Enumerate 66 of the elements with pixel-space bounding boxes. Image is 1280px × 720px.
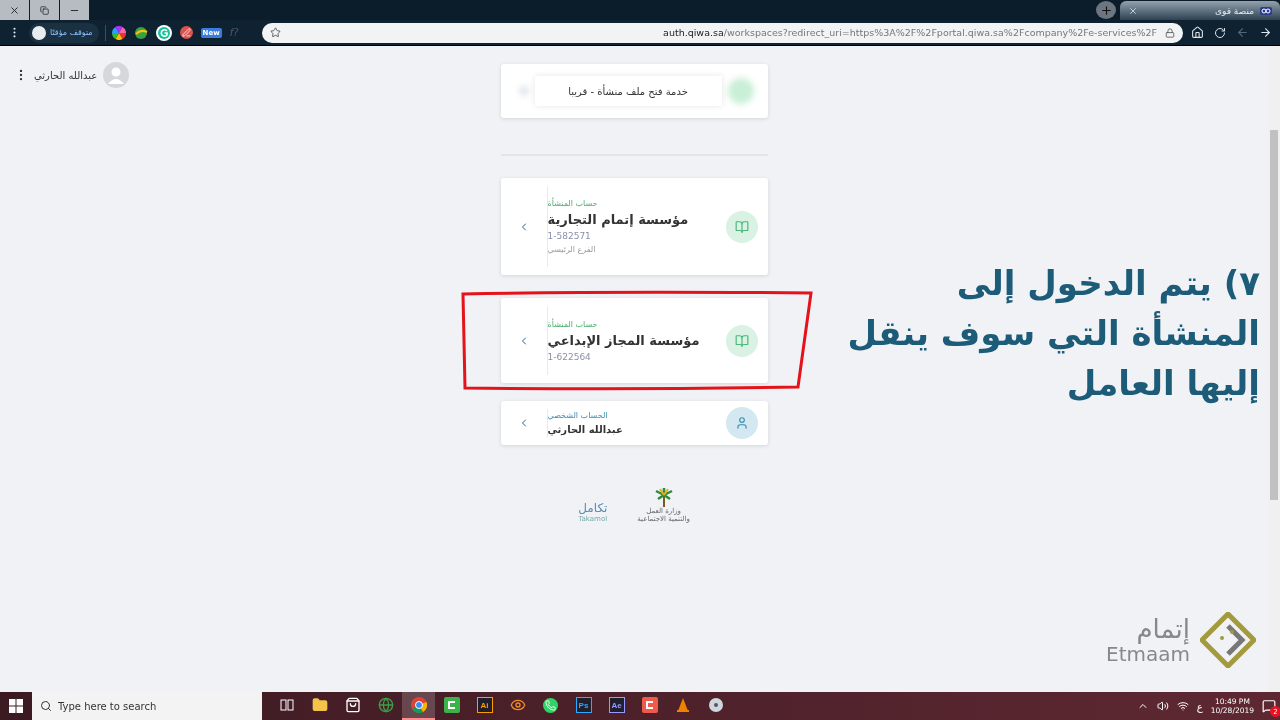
cone-icon [674, 697, 691, 713]
grammarly-icon[interactable] [155, 24, 172, 41]
profile-button[interactable]: متوقف مؤقتًا [29, 22, 99, 43]
blurred-circle [727, 78, 754, 104]
restore-icon [40, 5, 49, 15]
close-icon[interactable] [1128, 5, 1138, 16]
task-view-icon [279, 698, 294, 712]
annotation-text: المنشأة التي سوف ينقل [847, 310, 1260, 356]
annotation-text: إليها العامل [1066, 362, 1260, 406]
color-wheel-icon[interactable] [111, 25, 126, 40]
avatar-icon [103, 62, 130, 88]
home-button[interactable] [1189, 26, 1206, 39]
volume-icon[interactable] [1156, 700, 1169, 712]
user-name: عبدالله الحارثي [34, 69, 98, 81]
brand-logo-icon [1200, 612, 1256, 668]
reload-button[interactable] [1212, 26, 1228, 39]
eye-icon [509, 697, 526, 713]
branch-label: الفرع الرئيسي [547, 245, 597, 254]
search-icon [40, 700, 52, 712]
close-icon [9, 4, 20, 16]
account-number: 1-622564 [547, 351, 592, 362]
logo-text: تكامل [578, 501, 608, 515]
building-icon [725, 210, 758, 243]
account-type-label: حساب المنشأة [547, 319, 599, 329]
brand-name: إتمام [1136, 615, 1190, 643]
wifi-icon[interactable] [1176, 700, 1189, 712]
plus-icon [1099, 3, 1113, 17]
address-bar[interactable]: auth.qiwa.sa/workspaces?redirect_uri=https%3A%2F%2Fportal.qiwa.sa%2Fcompany%2Fe-services%2F [262, 22, 1183, 43]
avatar-icon [32, 25, 46, 40]
account-name: عبدالله الحارثي [547, 424, 623, 435]
store-icon [344, 697, 361, 713]
brand-name: Etmaam [1106, 643, 1190, 665]
building-icon [725, 324, 758, 357]
new-tab-button[interactable] [1096, 1, 1116, 19]
app-icon: Ai [476, 697, 493, 713]
browser-tab[interactable]: منصة قوى [1120, 1, 1280, 20]
globe-icon [377, 697, 394, 713]
folder-icon [311, 697, 328, 713]
palm-tree-icon [653, 487, 674, 507]
taskbar-button[interactable]: Ai [468, 692, 501, 720]
account-type-label: حساب المنشأة [547, 199, 599, 208]
account-type-label: الحساب الشخصي [547, 411, 609, 420]
person-icon [725, 407, 758, 439]
disc-icon [707, 697, 724, 713]
restore-button[interactable] [30, 0, 59, 20]
lock-icon [1165, 27, 1175, 38]
chrome-icon [410, 697, 427, 713]
app-icon: Ps [575, 697, 592, 713]
search-field[interactable]: Type here to search [32, 692, 262, 720]
windows-logo-icon [9, 699, 23, 713]
globe-icon[interactable] [133, 25, 148, 40]
camtasia-icon [443, 697, 460, 713]
app-icon: Ae [608, 697, 625, 713]
language-indicator[interactable]: ع [1196, 700, 1203, 712]
account-number: 1-582571 [547, 231, 592, 241]
account-name: مؤسسة إتمام التجارية [547, 212, 689, 227]
favicon-icon [1260, 6, 1272, 15]
taskbar-button[interactable]: Ae [600, 692, 633, 720]
phone-icon [543, 697, 558, 713]
account-name: مؤسسة المجاز الإبداعي [547, 332, 700, 348]
annotation-text: ٧) يتم الدخول إلى [956, 262, 1260, 306]
tooltip: خدمة فتح ملف منشأة - قريبا [534, 76, 722, 106]
star-icon[interactable] [270, 27, 282, 38]
camtasia-icon [641, 697, 658, 713]
taskbar-button[interactable]: Ps [567, 692, 600, 720]
pen-icon[interactable] [179, 26, 193, 39]
